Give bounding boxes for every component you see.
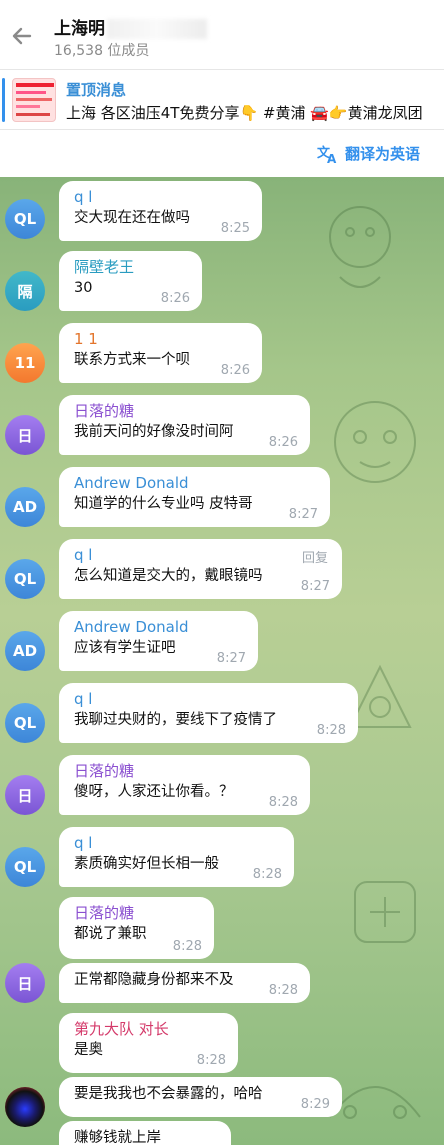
sender-name[interactable]: 日落的糖 bbox=[74, 761, 296, 781]
sender-name[interactable]: Andrew Donald bbox=[74, 617, 244, 637]
message-bubble[interactable]: 1 1 联系方式来一个呗 8:26 bbox=[59, 323, 262, 383]
avatar[interactable]: 日 bbox=[5, 775, 45, 815]
pinned-title: 置顶消息 bbox=[66, 81, 127, 99]
message-text: 素质确实好但长相一般 bbox=[74, 856, 219, 872]
avatar[interactable]: 11 bbox=[5, 343, 45, 383]
message-time: 8:29 bbox=[300, 1097, 330, 1112]
message-time: 8:25 bbox=[220, 221, 250, 236]
message-time: 8:28 bbox=[316, 723, 346, 738]
message-bubble[interactable]: 隔壁老王 30 8:26 bbox=[59, 251, 202, 311]
avatar[interactable]: QL bbox=[5, 199, 45, 239]
sender-name[interactable]: 隔壁老王 bbox=[74, 257, 188, 277]
message-bubble[interactable]: 日落的糖 傻呀，人家还让你看。？ 8:28 bbox=[59, 755, 310, 815]
avatar[interactable]: 日 bbox=[5, 963, 45, 1003]
message-bubble[interactable]: 第九大队 对长 是奥 8:28 bbox=[59, 1013, 238, 1073]
message-time: 8:27 bbox=[288, 507, 318, 522]
sender-name[interactable]: 日落的糖 bbox=[74, 903, 200, 923]
message-time: 8:28 bbox=[252, 867, 282, 882]
avatar[interactable]: 日 bbox=[5, 415, 45, 455]
message-bubble[interactable]: 日落的糖 都说了兼职 8:28 bbox=[59, 897, 214, 959]
message-text: 赚够钱就上岸 bbox=[74, 1130, 161, 1145]
sender-name[interactable]: q l bbox=[74, 689, 344, 709]
message-time: 8:27 bbox=[216, 651, 246, 666]
message-time: 8:28 bbox=[172, 939, 202, 954]
message-text: 我前天问的好像没时间阿 bbox=[74, 424, 234, 440]
avatar[interactable]: 隔 bbox=[5, 271, 45, 311]
avatar[interactable]: AD bbox=[5, 631, 45, 671]
sender-name[interactable]: 第九大队 对长 bbox=[74, 1019, 224, 1039]
message-time: 8:28 bbox=[268, 795, 298, 810]
message-bubble[interactable]: 要是我我也不会暴露的，哈哈 8:29 bbox=[59, 1077, 342, 1117]
redacted-title-part bbox=[107, 19, 207, 39]
sender-name[interactable]: 日落的糖 bbox=[74, 401, 296, 421]
svg-text:A: A bbox=[327, 152, 337, 164]
pinned-text: 上海 各区油压4T免费分享👇 #黄浦 🚘👉黄浦龙凤团 bbox=[66, 104, 423, 122]
avatar[interactable]: QL bbox=[5, 559, 45, 599]
background-doodle-icon bbox=[354, 881, 416, 943]
avatar[interactable]: QL bbox=[5, 847, 45, 887]
reply-button[interactable]: 回复 bbox=[302, 547, 328, 566]
sender-name[interactable]: q l bbox=[74, 545, 328, 565]
message-time: 8:28 bbox=[196, 1053, 226, 1068]
message-time: 8:26 bbox=[268, 435, 298, 450]
message-time: 8:26 bbox=[160, 291, 190, 306]
chat-title[interactable]: 上海明 bbox=[54, 14, 207, 39]
translate-icon: 文 A bbox=[317, 145, 337, 164]
message-bubble[interactable]: q l 交大现在还在做吗 8:25 bbox=[59, 181, 262, 241]
message-text: 正常都隐藏身份都来不及 bbox=[74, 972, 234, 988]
chat-header: 上海明 16,538 位成员 bbox=[0, 0, 444, 70]
sender-name[interactable]: 1 1 bbox=[74, 329, 248, 349]
member-count: 16,538 位成员 bbox=[54, 43, 150, 59]
pinned-thumbnail bbox=[12, 78, 56, 122]
translate-bar: 文 A 翻译为英语 bbox=[0, 131, 444, 177]
background-doodle-icon bbox=[334, 401, 416, 483]
back-arrow-icon[interactable] bbox=[8, 22, 36, 50]
message-bubble[interactable]: q l 我聊过央财的，要线下了疫情了 8:28 bbox=[59, 683, 358, 743]
message-text: 怎么知道是交大的，戴眼镜吗 bbox=[74, 568, 263, 584]
message-text: 我聊过央财的，要线下了疫情了 bbox=[74, 712, 277, 728]
message-text: 傻呀，人家还让你看。？ bbox=[74, 784, 234, 800]
sender-name[interactable]: Andrew Donald bbox=[74, 473, 316, 493]
avatar[interactable]: AD bbox=[5, 487, 45, 527]
message-time: 8:28 bbox=[268, 983, 298, 998]
avatar[interactable]: QL bbox=[5, 703, 45, 743]
message-bubble[interactable]: 赚够钱就上岸 bbox=[59, 1121, 231, 1145]
message-bubble[interactable]: q l 怎么知道是交大的，戴眼镜吗 回复 8:27 bbox=[59, 539, 342, 599]
message-bubble[interactable]: Andrew Donald 知道学的什么专业吗 皮特哥 8:27 bbox=[59, 467, 330, 527]
message-bubble[interactable]: Andrew Donald 应该有学生证吧 8:27 bbox=[59, 611, 258, 671]
pinned-message-bar[interactable]: 置顶消息 上海 各区油压4T免费分享👇 #黄浦 🚘👉黄浦龙凤团 bbox=[0, 70, 444, 130]
sender-name[interactable]: q l bbox=[74, 833, 280, 853]
message-bubble[interactable]: 日落的糖 我前天问的好像没时间阿 8:26 bbox=[59, 395, 310, 455]
pinned-indicator bbox=[2, 78, 5, 122]
chat-area[interactable]: QL q l 交大现在还在做吗 8:25 隔 隔壁老王 30 8:26 11 1… bbox=[0, 177, 444, 1145]
message-bubble[interactable]: q l 素质确实好但长相一般 8:28 bbox=[59, 827, 294, 887]
chat-title-text: 上海明 bbox=[54, 19, 105, 39]
message-time: 8:26 bbox=[220, 363, 250, 378]
translate-label: 翻译为英语 bbox=[344, 145, 420, 163]
message-bubble[interactable]: 正常都隐藏身份都来不及 8:28 bbox=[59, 963, 310, 1003]
avatar[interactable] bbox=[5, 1087, 45, 1127]
background-doodle-icon bbox=[329, 206, 391, 288]
message-text: 要是我我也不会暴露的，哈哈 bbox=[74, 1086, 263, 1102]
message-time: 8:27 bbox=[300, 579, 330, 594]
sender-name[interactable]: q l bbox=[74, 187, 248, 207]
translate-button[interactable]: 文 A 翻译为英语 bbox=[317, 143, 420, 164]
message-text: 知道学的什么专业吗 皮特哥 bbox=[74, 496, 253, 512]
